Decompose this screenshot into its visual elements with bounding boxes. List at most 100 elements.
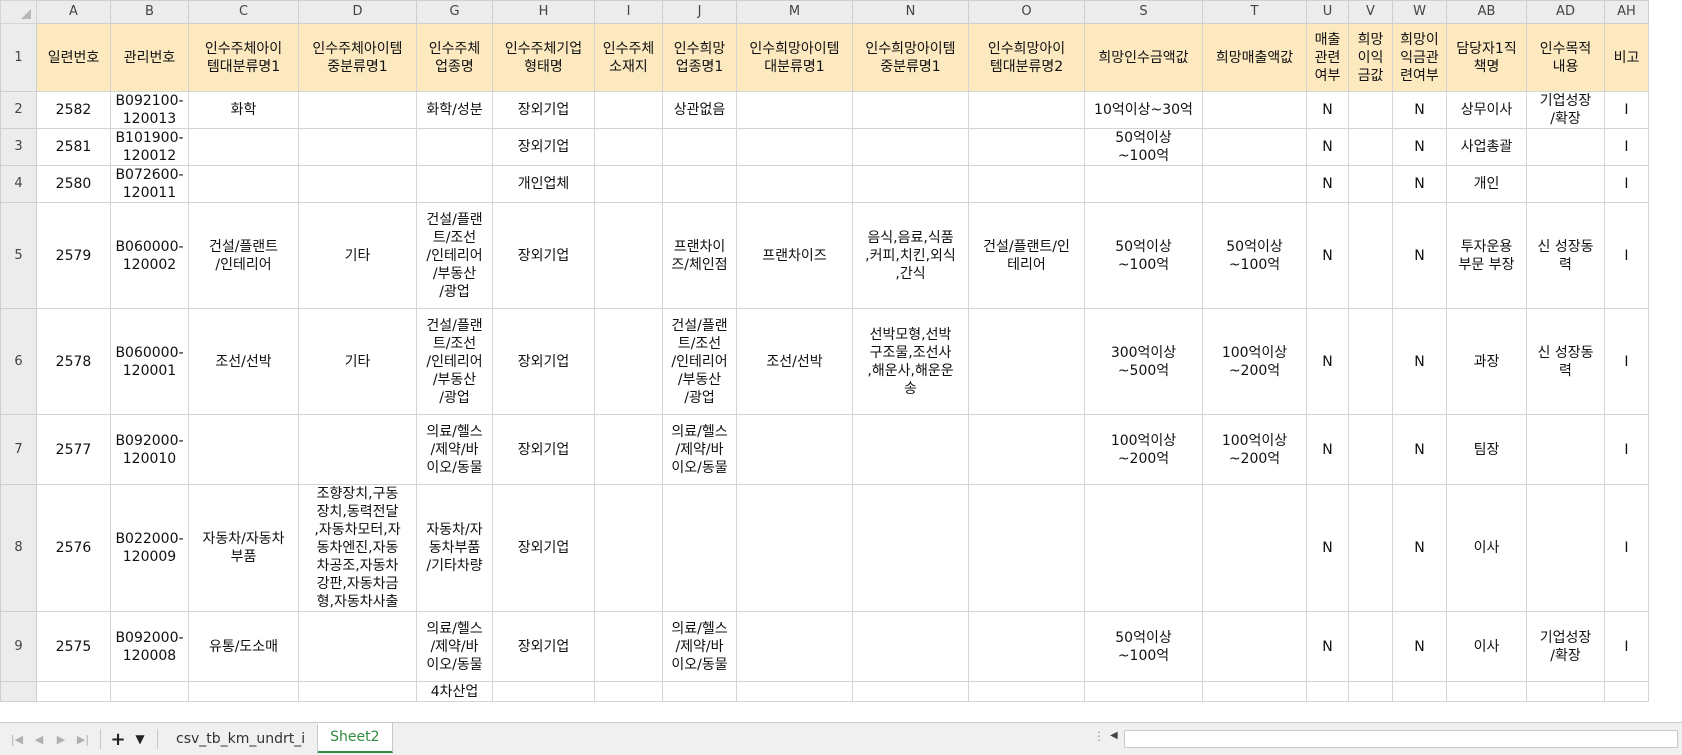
header-cell[interactable]: 희망 이익 금값 [1348,23,1393,92]
table-cell[interactable] [1348,308,1393,415]
table-cell[interactable] [662,165,737,203]
column-header-s[interactable]: S [1084,0,1203,24]
table-cell[interactable] [852,611,969,682]
table-cell[interactable] [1604,681,1649,702]
table-cell[interactable] [736,484,853,612]
table-cell[interactable]: 장외기업 [492,484,595,612]
table-cell[interactable]: N [1306,91,1349,129]
table-cell[interactable]: 화학 [188,91,299,129]
table-cell[interactable]: 2575 [36,611,111,682]
header-cell[interactable]: 희망매출액값 [1202,23,1307,92]
table-cell[interactable] [968,414,1085,485]
table-cell[interactable]: I [1604,611,1649,682]
table-cell[interactable]: B101900- 120012 [110,128,189,166]
sheet-tab-sheet2[interactable]: Sheet2 [318,723,393,753]
table-cell[interactable] [736,165,853,203]
row-header[interactable]: 3 [0,128,37,166]
table-cell[interactable] [1202,128,1307,166]
table-cell[interactable]: 투자운용 부문 부장 [1446,202,1527,309]
table-cell[interactable]: 자동차/자동차 부품 [188,484,299,612]
table-cell[interactable]: 50억이상 ~100억 [1084,202,1203,309]
table-cell[interactable] [492,681,595,702]
table-cell[interactable]: N [1306,202,1349,309]
table-cell[interactable]: 상관없음 [662,91,737,129]
table-cell[interactable] [1306,681,1349,702]
table-cell[interactable]: N [1306,165,1349,203]
table-cell[interactable]: 유통/도소매 [188,611,299,682]
table-cell[interactable] [1392,681,1447,702]
table-cell[interactable] [968,91,1085,129]
row-header[interactable]: 8 [0,484,37,612]
column-header-w[interactable]: W [1392,0,1447,24]
table-cell[interactable]: 조향장치,구동 장치,동력전달 ,자동차모터,자 동차엔진,자동 차공조,자동차… [298,484,417,612]
table-cell[interactable] [188,414,299,485]
last-sheet-icon[interactable]: ▶| [72,728,94,750]
table-cell[interactable]: 의료/헬스 /제약/바 이오/동물 [416,611,493,682]
table-cell[interactable] [968,165,1085,203]
table-cell[interactable]: N [1392,202,1447,309]
table-cell[interactable]: I [1604,128,1649,166]
table-cell[interactable]: B060000- 120002 [110,202,189,309]
column-header-ad[interactable]: AD [1526,0,1605,24]
table-cell[interactable]: 100억이상 ~200억 [1202,308,1307,415]
table-cell[interactable]: I [1604,484,1649,612]
table-cell[interactable]: N [1392,91,1447,129]
row-header[interactable]: 6 [0,308,37,415]
table-cell[interactable]: 건설/플랜 트/조선 /인테리어 /부동산 /광업 [662,308,737,415]
column-header-h[interactable]: H [492,0,595,24]
table-cell[interactable] [1526,165,1605,203]
column-header-o[interactable]: O [968,0,1085,24]
table-cell[interactable]: N [1306,308,1349,415]
table-cell[interactable]: 2577 [36,414,111,485]
table-cell[interactable] [852,681,969,702]
first-sheet-icon[interactable]: |◀ [6,728,28,750]
row-header[interactable]: 5 [0,202,37,309]
table-cell[interactable]: 신 성장동 력 [1526,308,1605,415]
table-cell[interactable] [852,128,969,166]
header-cell[interactable]: 매출 관련 여부 [1306,23,1349,92]
column-header-b[interactable]: B [110,0,189,24]
table-cell[interactable]: 장외기업 [492,308,595,415]
table-cell[interactable]: 2579 [36,202,111,309]
table-cell[interactable] [736,128,853,166]
table-cell[interactable] [968,308,1085,415]
table-cell[interactable]: 2576 [36,484,111,612]
header-cell[interactable]: 희망이 익금관 련여부 [1392,23,1447,92]
table-cell[interactable] [188,128,299,166]
table-cell[interactable] [1202,611,1307,682]
column-header-j[interactable]: J [662,0,737,24]
table-cell[interactable] [1084,681,1203,702]
table-cell[interactable]: 이사 [1446,611,1527,682]
table-cell[interactable]: 장외기업 [492,202,595,309]
table-cell[interactable] [968,128,1085,166]
table-cell[interactable]: B022000- 120009 [110,484,189,612]
header-cell[interactable]: 인수주체아이템 중분류명1 [298,23,417,92]
table-cell[interactable] [110,681,189,702]
table-cell[interactable]: N [1392,484,1447,612]
table-cell[interactable] [968,484,1085,612]
table-cell[interactable]: N [1392,308,1447,415]
column-header-a[interactable]: A [36,0,111,24]
table-cell[interactable] [594,681,663,702]
table-cell[interactable] [1526,414,1605,485]
table-cell[interactable]: B092000- 120010 [110,414,189,485]
sheet-tab-csv[interactable]: csv_tb_km_undrt_i [164,724,319,754]
row-header[interactable] [0,681,37,702]
table-cell[interactable] [594,414,663,485]
table-cell[interactable]: B072600- 120011 [110,165,189,203]
table-cell[interactable]: 2581 [36,128,111,166]
header-cell[interactable]: 비고 [1604,23,1649,92]
table-cell[interactable]: 상무이사 [1446,91,1527,129]
table-cell[interactable] [594,128,663,166]
add-sheet-button[interactable]: + [107,728,129,750]
table-cell[interactable] [188,165,299,203]
table-cell[interactable]: N [1306,484,1349,612]
table-cell[interactable] [416,165,493,203]
header-cell[interactable]: 인수희망 업종명1 [662,23,737,92]
column-header-v[interactable]: V [1348,0,1393,24]
table-cell[interactable]: 건설/플랜트/인 테리어 [968,202,1085,309]
table-cell[interactable]: 10억이상~30억 [1084,91,1203,129]
table-cell[interactable]: 음식,음료,식품 ,커피,치킨,외식 ,간식 [852,202,969,309]
table-cell[interactable] [1348,414,1393,485]
table-cell[interactable]: 프랜차이 즈/체인점 [662,202,737,309]
